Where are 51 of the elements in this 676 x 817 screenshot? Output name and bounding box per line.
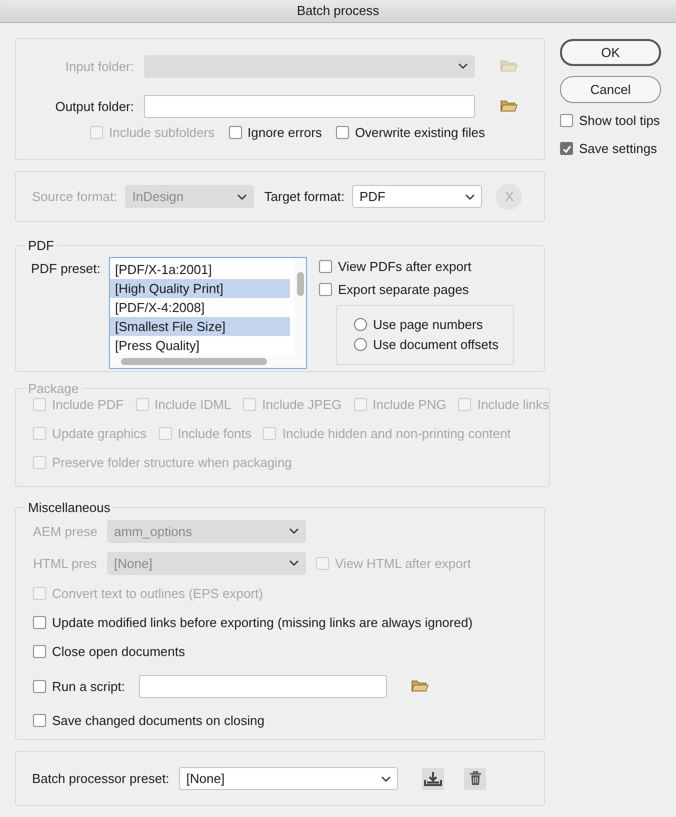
checkbox-option[interactable]: Run a script: bbox=[33, 678, 125, 694]
horizontal-scrollbar[interactable] bbox=[110, 355, 306, 368]
field-label: Output folder: bbox=[54, 98, 135, 114]
dialog-button[interactable]: Cancel bbox=[560, 76, 661, 103]
radio-option[interactable]: Use page numbers bbox=[354, 317, 513, 332]
delete-preset-button[interactable] bbox=[464, 768, 486, 790]
caret-icon bbox=[465, 194, 476, 200]
checkbox-option[interactable]: View PDFs after export bbox=[319, 259, 514, 274]
caret-icon bbox=[289, 560, 299, 566]
field-label: Target format: bbox=[264, 189, 344, 204]
target-format-dropdown[interactable]: PDF bbox=[352, 185, 482, 208]
group-title: Package bbox=[27, 381, 80, 396]
field-label: HTML pres bbox=[33, 556, 97, 570]
preset-item[interactable]: [Press Quality] bbox=[110, 336, 290, 355]
folder-icon[interactable] bbox=[410, 679, 429, 693]
checkbox-option[interactable]: Save settings bbox=[560, 141, 661, 156]
preset-item[interactable]: [PDF/X-1a:2001] bbox=[110, 260, 290, 279]
checkbox-option[interactable]: Ignore errors bbox=[228, 125, 322, 140]
field-label: AEM prese bbox=[33, 524, 97, 538]
caret-icon bbox=[289, 528, 299, 534]
preset-item[interactable]: [PDF/X-4:2008] bbox=[110, 298, 290, 317]
group-title: Miscellaneous bbox=[27, 500, 112, 515]
preset-item[interactable]: [Smallest File Size] bbox=[110, 317, 290, 336]
group-title: PDF bbox=[27, 238, 55, 253]
checkbox-option[interactable]: Overwrite existing files bbox=[336, 125, 485, 140]
checkbox-option[interactable]: Save changed documents on closing bbox=[33, 713, 264, 728]
save-preset-button[interactable] bbox=[422, 768, 444, 790]
caret-icon bbox=[381, 776, 392, 782]
checkmark-icon bbox=[562, 144, 572, 154]
preset-item[interactable]: [High Quality Print] bbox=[110, 279, 290, 298]
field-label: Source format: bbox=[32, 189, 118, 204]
script-path-field[interactable] bbox=[138, 674, 387, 698]
vertical-scrollbar[interactable] bbox=[294, 258, 306, 355]
batch-preset-dropdown[interactable]: [None] bbox=[179, 767, 398, 790]
caret-icon bbox=[237, 194, 248, 200]
caret-icon bbox=[458, 63, 468, 69]
checkbox-option[interactable]: Close open documents bbox=[33, 644, 185, 659]
checkbox-option[interactable]: Update modified links before exporting (missing links are always ignored) bbox=[33, 615, 473, 630]
checkbox-option[interactable]: Export separate pages bbox=[319, 282, 514, 297]
folder-input-field[interactable] bbox=[144, 94, 475, 118]
download-icon bbox=[424, 770, 442, 786]
window-title: Batch process bbox=[0, 0, 676, 23]
checkbox-option[interactable]: Show tool tips bbox=[560, 113, 661, 128]
radio-option[interactable]: Use document offsets bbox=[354, 337, 513, 352]
field-label: Input folder: bbox=[64, 58, 135, 74]
folder-icon[interactable] bbox=[500, 99, 518, 113]
trash-icon bbox=[468, 771, 482, 786]
preset-list[interactable]: [PDF/X-1a:2001] [High Quality Print] [PDF/X-4:2008] [Smallest File Size] [Press Quality] bbox=[109, 257, 307, 369]
field-label: Batch processor preset: bbox=[32, 771, 170, 786]
field-label: PDF preset: bbox=[31, 260, 97, 278]
dialog-button[interactable]: OK bbox=[560, 39, 661, 66]
